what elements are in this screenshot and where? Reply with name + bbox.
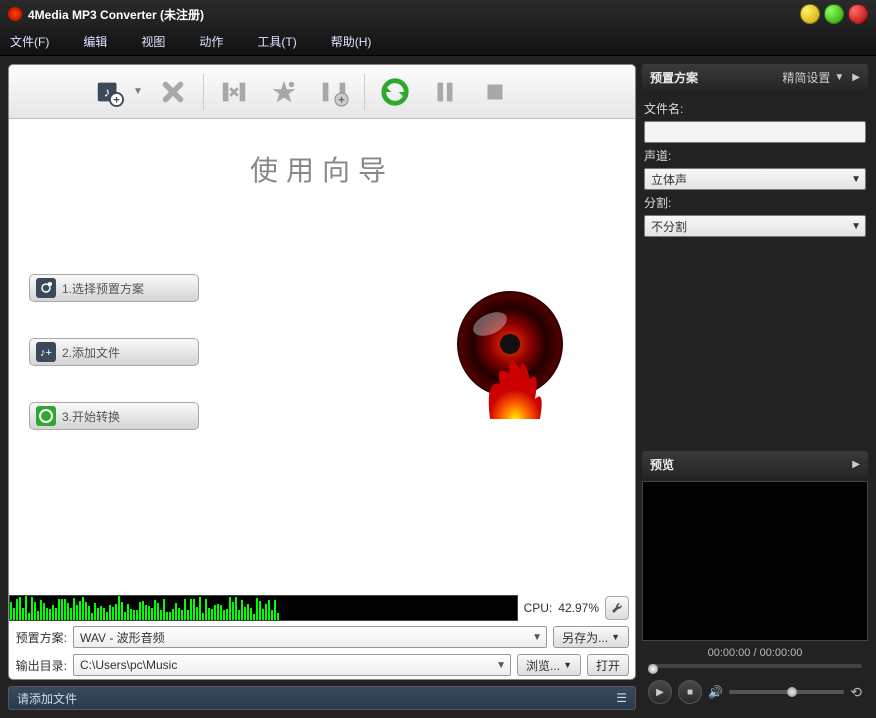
menu-edit[interactable]: 编辑 bbox=[83, 33, 107, 50]
preset-header-title: 预置方案 bbox=[650, 69, 698, 86]
cpu-row: CPU: 42.97% bbox=[9, 593, 635, 623]
step-3-label: 3.开始转换 bbox=[62, 408, 120, 425]
preview-box: 00:00:00 / 00:00:00 ▶ ■ 🔊 ⟲ bbox=[642, 481, 868, 710]
preview-header-title: 预览 bbox=[650, 456, 674, 473]
output-combo[interactable]: C:\Users\pc\Music ▼ bbox=[73, 654, 511, 676]
svg-text:+: + bbox=[338, 94, 345, 106]
svg-text:♪+: ♪+ bbox=[40, 347, 52, 359]
merge-button[interactable]: + bbox=[314, 72, 354, 112]
status-bar: 请添加文件 ☰ bbox=[8, 686, 636, 710]
open-button[interactable]: 打开 bbox=[587, 654, 629, 676]
preview-screen bbox=[642, 481, 868, 641]
minimize-button[interactable] bbox=[800, 4, 820, 24]
preview-time: 00:00:00 / 00:00:00 bbox=[642, 641, 868, 661]
snapshot-button[interactable]: ⟲ bbox=[850, 684, 862, 701]
stop-button[interactable] bbox=[475, 72, 515, 112]
channel-combo[interactable]: 立体声 ▼ bbox=[644, 168, 866, 190]
convert-button[interactable] bbox=[375, 72, 415, 112]
chevron-right-icon: ▶ bbox=[852, 72, 860, 83]
preview-expand-button[interactable]: ▶ bbox=[852, 459, 860, 470]
chevron-down-icon: ▼ bbox=[563, 660, 572, 670]
add-file-button[interactable]: ♪+ bbox=[89, 72, 129, 112]
cpu-settings-button[interactable] bbox=[605, 596, 629, 620]
wizard-step-1[interactable]: 1.选择预置方案 bbox=[29, 274, 199, 302]
status-text: 请添加文件 bbox=[17, 690, 77, 707]
output-row: 输出目录: C:\Users\pc\Music ▼ 浏览... ▼ 打开 bbox=[9, 651, 635, 679]
add-file-dropdown-icon[interactable]: ▼ bbox=[133, 72, 143, 112]
chevron-down-icon: ▼ bbox=[496, 660, 506, 671]
svg-text:+: + bbox=[113, 94, 120, 106]
filename-input[interactable] bbox=[644, 121, 866, 143]
clip-button[interactable] bbox=[214, 72, 254, 112]
preset-panel-header: 预置方案 精简设置 ▼ ▶ bbox=[642, 64, 868, 90]
menu-action[interactable]: 动作 bbox=[199, 33, 223, 50]
toolbar: ♪+ ▼ + bbox=[9, 65, 635, 119]
menu-tools[interactable]: 工具(T) bbox=[257, 33, 296, 50]
output-label: 输出目录: bbox=[15, 657, 67, 674]
split-label: 分割: bbox=[644, 194, 866, 211]
step-1-label: 1.选择预置方案 bbox=[62, 280, 144, 297]
profile-icon bbox=[36, 278, 56, 298]
titlebar[interactable]: 4Media MP3 Converter (未注册) bbox=[0, 0, 876, 28]
wizard-step-2[interactable]: ♪+ 2.添加文件 bbox=[29, 338, 199, 366]
wizard-step-3[interactable]: 3.开始转换 bbox=[29, 402, 199, 430]
preview-seek-slider[interactable] bbox=[642, 664, 868, 674]
profile-value: WAV - 波形音频 bbox=[80, 629, 165, 646]
cpu-graph bbox=[9, 595, 518, 621]
chevron-down-icon: ▼ bbox=[611, 632, 620, 642]
convert-icon bbox=[36, 406, 56, 426]
browse-button[interactable]: 浏览... ▼ bbox=[517, 654, 581, 676]
menu-file[interactable]: 文件(F) bbox=[10, 33, 49, 50]
cpu-label: CPU: bbox=[524, 601, 553, 615]
chevron-down-icon: ▼ bbox=[834, 72, 844, 83]
play-button[interactable]: ▶ bbox=[648, 680, 672, 704]
maximize-button[interactable] bbox=[824, 4, 844, 24]
window-title: 4Media MP3 Converter (未注册) bbox=[28, 6, 204, 23]
output-value: C:\Users\pc\Music bbox=[80, 658, 177, 672]
main-card: ♪+ ▼ + bbox=[8, 64, 636, 680]
split-combo[interactable]: 不分割 ▼ bbox=[644, 215, 866, 237]
wizard-title: 使用向导 bbox=[9, 149, 635, 189]
profile-combo[interactable]: WAV - 波形音频 ▼ bbox=[73, 626, 547, 648]
filename-label: 文件名: bbox=[644, 100, 866, 117]
settings-mode-toggle[interactable]: 精简设置 ▼ ▶ bbox=[782, 69, 860, 86]
menu-view[interactable]: 视图 bbox=[141, 33, 165, 50]
close-button[interactable] bbox=[848, 4, 868, 24]
preview-panel-header: 预览 ▶ bbox=[642, 451, 868, 477]
profile-label: 预置方案: bbox=[15, 629, 67, 646]
effect-button[interactable] bbox=[264, 72, 304, 112]
menubar: 文件(F) 编辑 视图 动作 工具(T) 帮助(H) bbox=[0, 28, 876, 56]
pause-button[interactable] bbox=[425, 72, 465, 112]
step-2-label: 2.添加文件 bbox=[62, 344, 120, 361]
volume-icon: 🔊 bbox=[708, 685, 723, 699]
add-file-icon: ♪+ bbox=[36, 342, 56, 362]
menu-help[interactable]: 帮助(H) bbox=[331, 33, 372, 50]
chevron-down-icon: ▼ bbox=[532, 632, 542, 643]
channel-label: 声道: bbox=[644, 147, 866, 164]
save-as-button[interactable]: 另存为... ▼ bbox=[553, 626, 629, 648]
stop-preview-button[interactable]: ■ bbox=[678, 680, 702, 704]
profile-row: 预置方案: WAV - 波形音频 ▼ 另存为... ▼ bbox=[9, 623, 635, 651]
app-logo-icon bbox=[8, 7, 22, 21]
cpu-value: 42.97% bbox=[558, 601, 599, 615]
wizard-area: 使用向导 1.选择预置方案 ♪+ 2.添加文件 3.开始转换 bbox=[9, 119, 635, 593]
chevron-right-icon: ▶ bbox=[852, 459, 860, 470]
delete-button[interactable] bbox=[153, 72, 193, 112]
playlist-icon[interactable]: ☰ bbox=[616, 691, 627, 705]
chevron-down-icon: ▼ bbox=[851, 221, 861, 232]
volume-slider[interactable] bbox=[729, 690, 844, 694]
disc-artwork-icon bbox=[445, 289, 575, 419]
chevron-down-icon: ▼ bbox=[851, 174, 861, 185]
preset-settings: 文件名: 声道: 立体声 ▼ 分割: 不分割 ▼ bbox=[642, 94, 868, 243]
